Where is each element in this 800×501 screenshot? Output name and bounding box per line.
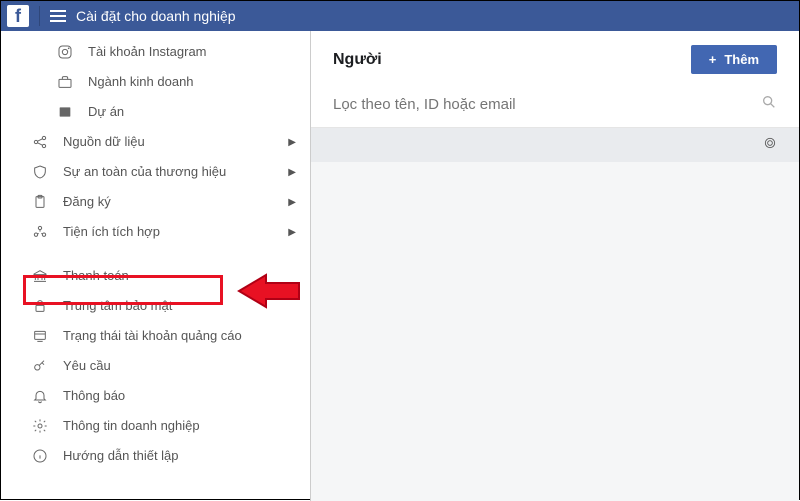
content-panel: Người + Thêm (311, 31, 799, 501)
list-area (311, 127, 799, 501)
instagram-icon (56, 43, 74, 61)
chevron-right-icon: ▶ (288, 227, 296, 238)
sidebar-item-data-sources[interactable]: Nguồn dữ liệu ▶ (1, 127, 310, 157)
page-title: Cài đặt cho doanh nghiệp (76, 8, 236, 24)
sidebar-item-label: Sự an toàn của thương hiệu (63, 164, 288, 181)
gear-icon (31, 417, 49, 435)
facebook-logo[interactable]: f (7, 5, 29, 27)
shield-icon (31, 163, 49, 181)
sidebar-item-integrations[interactable]: Tiện ích tích hợp ▶ (1, 217, 310, 247)
content-heading: Người (333, 51, 691, 69)
clipboard-icon (31, 193, 49, 211)
divider (39, 6, 40, 26)
sidebar-item-label: Tiện ích tích hợp (63, 224, 288, 241)
sidebar-item-label: Thông báo (63, 388, 300, 405)
sidebar-item-label: Ngành kinh doanh (88, 74, 300, 91)
top-bar: f Cài đặt cho doanh nghiệp (1, 1, 799, 31)
chevron-right-icon: ▶ (288, 137, 296, 148)
sidebar-item-payments[interactable]: Thanh toán (1, 261, 310, 291)
sidebar-item-label: Trung tâm bảo mật (63, 298, 300, 315)
sidebar-item-business-info[interactable]: Thông tin doanh nghiệp (1, 411, 310, 441)
plus-icon: + (709, 52, 717, 67)
add-button-label: Thêm (724, 52, 759, 67)
integration-icon (31, 223, 49, 241)
sidebar: Tài khoản Instagram Ngành kinh doanh Dự … (1, 31, 311, 501)
sidebar-item-requests[interactable]: Yêu cầu (1, 351, 310, 381)
search-row (311, 88, 799, 127)
add-button[interactable]: + Thêm (691, 45, 777, 74)
sidebar-item-label: Tài khoản Instagram (88, 44, 300, 61)
sidebar-item-setup-guide[interactable]: Hướng dẫn thiết lập (1, 441, 310, 471)
sidebar-item-label: Thanh toán (63, 268, 300, 285)
sidebar-item-label: Thông tin doanh nghiệp (63, 418, 300, 435)
sidebar-item-registrations[interactable]: Đăng ký ▶ (1, 187, 310, 217)
status-icon (31, 327, 49, 345)
chevron-right-icon: ▶ (288, 197, 296, 208)
bell-icon (31, 387, 49, 405)
sidebar-item-label: Trạng thái tài khoản quảng cáo (63, 328, 300, 345)
sidebar-item-brand-safety[interactable]: Sự an toàn của thương hiệu ▶ (1, 157, 310, 187)
info-icon (31, 447, 49, 465)
sidebar-item-business-line[interactable]: Ngành kinh doanh (1, 67, 310, 97)
sidebar-item-notifications[interactable]: Thông báo (1, 381, 310, 411)
sidebar-item-label: Đăng ký (63, 194, 288, 211)
sidebar-item-projects[interactable]: Dự án (1, 97, 310, 127)
folder-icon (56, 103, 74, 121)
hamburger-menu-icon[interactable] (50, 10, 66, 22)
sidebar-item-instagram[interactable]: Tài khoản Instagram (1, 37, 310, 67)
content-header: Người + Thêm (311, 31, 799, 88)
sidebar-item-label: Yêu cầu (63, 358, 300, 375)
share-icon (31, 133, 49, 151)
search-icon (761, 94, 777, 115)
key-icon (31, 357, 49, 375)
lock-icon (31, 297, 49, 315)
filter-input[interactable] (333, 96, 761, 113)
chevron-right-icon: ▶ (288, 167, 296, 178)
main-area: Tài khoản Instagram Ngành kinh doanh Dự … (1, 31, 799, 501)
list-row[interactable] (311, 128, 799, 162)
sidebar-item-ad-account-status[interactable]: Trạng thái tài khoản quảng cáo (1, 321, 310, 351)
briefcase-icon (56, 73, 74, 91)
sidebar-item-label: Nguồn dữ liệu (63, 134, 288, 151)
sidebar-item-label: Dự án (88, 104, 300, 121)
sidebar-item-label: Hướng dẫn thiết lập (63, 448, 300, 465)
verified-badge-icon (763, 136, 777, 155)
sidebar-item-security-center[interactable]: Trung tâm bảo mật (1, 291, 310, 321)
bank-icon (31, 267, 49, 285)
